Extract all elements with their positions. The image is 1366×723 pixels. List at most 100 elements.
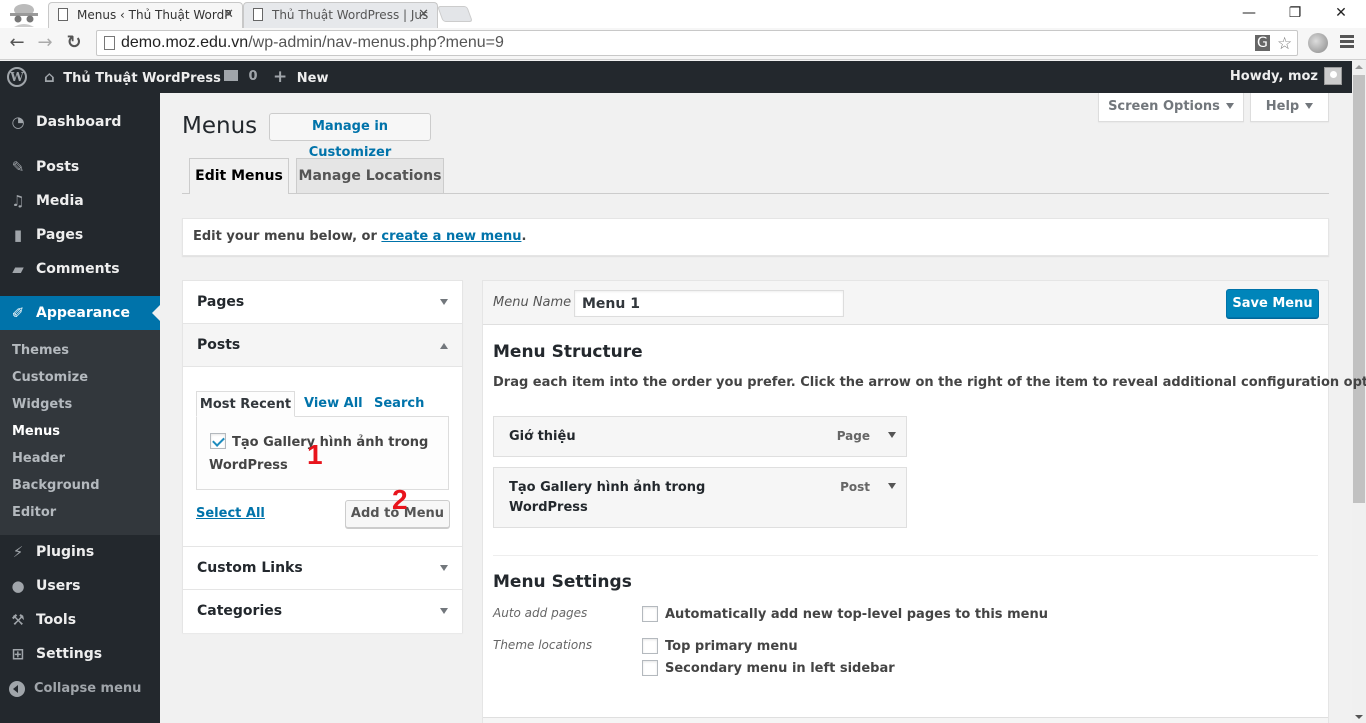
menu-item-title: Tạo Gallery hình ảnh trong WordPress [509,480,706,515]
media-icon: ♫ [11,192,25,210]
menu-item[interactable]: Tạo Gallery hình ảnh trong WordPress Pos… [493,467,907,528]
page-scrollbar[interactable] [1352,61,1366,723]
settings-icon: ⊞ [11,645,25,663]
section-categories[interactable]: Categories [183,590,462,633]
expand-arrow-icon [440,590,448,633]
nav-tabs-divider [182,193,1329,194]
expand-arrow-icon [440,281,448,324]
address-bar[interactable]: demo.moz.edu.vn/wp-admin/nav-menus.php?m… [96,30,1298,56]
tab-most-recent[interactable]: Most Recent [196,391,295,417]
tab-title: Thủ Thuật WordPress | Jus [272,8,429,22]
location-secondary-checkbox[interactable] [642,660,658,676]
theme-locations-label: Theme locations [493,638,593,652]
location-top-primary-label[interactable]: Top primary menu [665,639,798,654]
collapse-arrow-icon [9,681,25,697]
tab-title: Menus ‹ Thủ Thuật WordP [77,8,232,22]
screen-options-button[interactable]: Screen Options [1098,93,1244,122]
menu-item[interactable]: Giớ thiệu Page [493,416,907,457]
sidebar-item-users[interactable]: ● Users [0,569,160,603]
sidebar-item-media[interactable]: ♫ Media [0,184,160,218]
submenu-header[interactable]: Header [12,450,65,468]
comments-link[interactable]: 0 [224,61,258,93]
menu-structure-description: Drag each item into the order you prefer… [493,375,1366,390]
sidebar-item-appearance[interactable]: ✐ Appearance [0,296,160,330]
avatar[interactable] [1324,67,1342,85]
scroll-up-arrow[interactable] [1355,65,1363,69]
scroll-thumb[interactable] [1353,75,1365,503]
location-secondary-label[interactable]: Secondary menu in left sidebar [665,661,895,676]
posts-section-body: Most Recent View All Search Tạo Gallery … [183,368,462,547]
tab-search[interactable]: Search [374,391,424,417]
menu-item-title: Giớ thiệu [509,429,576,444]
forward-button[interactable]: → [34,32,56,54]
item-expand-arrow-icon[interactable] [888,479,896,494]
browser-toolbar: ← → ↻ demo.moz.edu.vn/wp-admin/nav-menus… [0,28,1366,60]
minimize-button[interactable]: — [1226,0,1272,26]
caret-down-icon [1305,103,1314,109]
sidebar-item-pages[interactable]: ▮ Pages [0,218,160,252]
submenu-editor[interactable]: Editor [12,504,56,522]
back-button[interactable]: ← [6,32,28,54]
menu-settings-title: Menu Settings [493,572,632,592]
browser-tab-menus[interactable]: Menus ‹ Thủ Thuật WordP ✕ [48,2,243,28]
manage-in-customizer-button[interactable]: Manage in Customizer [269,113,431,160]
tab-edit-menus[interactable]: Edit Menus [189,158,289,194]
sidebar-item-plugins[interactable]: ⚡ Plugins [0,535,160,569]
collapse-arrow-icon [440,324,448,367]
submenu-background[interactable]: Background [12,477,100,495]
translate-icon[interactable]: G [1255,35,1270,51]
browser-tab-site[interactable]: Thủ Thuật WordPress | Jus ✕ [243,2,438,28]
bookmark-star-icon[interactable]: ☆ [1277,34,1292,54]
submenu-customize[interactable]: Customize [12,369,88,387]
sidebar-item-tools[interactable]: ⚒ Tools [0,603,160,637]
post-item-label[interactable]: Tạo Gallery hình ảnh trong WordPress [209,431,439,477]
close-window-button[interactable]: ✕ [1318,0,1364,26]
sidebar-item-settings[interactable]: ⊞ Settings [0,637,160,671]
submenu-menus[interactable]: Menus [12,423,60,441]
item-expand-arrow-icon[interactable] [888,428,896,443]
reload-button[interactable]: ↻ [63,32,85,54]
wrench-icon: ⚒ [11,611,25,629]
section-pages[interactable]: Pages [183,281,462,324]
create-new-menu-link[interactable]: create a new menu [381,229,521,244]
sidebar-item-dashboard[interactable]: ◔ Dashboard [0,105,160,139]
close-tab-icon[interactable]: ✕ [418,3,429,27]
collapse-menu-button[interactable]: Collapse menu [0,674,160,704]
pin-icon: ✎ [11,158,25,176]
submenu-widgets[interactable]: Widgets [12,396,72,414]
select-all-link[interactable]: Select All [196,506,265,521]
scroll-down-arrow[interactable] [1355,715,1363,719]
auto-add-pages-label: Auto add pages [493,606,588,620]
new-tab-button[interactable] [437,6,473,22]
section-custom-links[interactable]: Custom Links [183,547,462,590]
admin-sidebar: ◔ Dashboard ✎ Posts ♫ Media ▮ Pages ▰ Co… [0,93,160,723]
tab-manage-locations[interactable]: Manage Locations [296,158,444,193]
appearance-submenu: Themes Customize Widgets Menus Header Ba… [0,330,160,535]
section-posts[interactable]: Posts [183,324,462,367]
restore-button[interactable]: ❐ [1272,0,1318,26]
menu-name-input[interactable] [574,290,844,317]
sidebar-item-posts[interactable]: ✎ Posts [0,150,160,184]
location-top-primary-checkbox[interactable] [642,638,658,654]
annotation-step-1: 1 [307,439,323,470]
auto-add-pages-checkbox[interactable] [642,606,658,622]
new-content-link[interactable]: + New [273,61,329,93]
account-menu[interactable]: Howdy, moz [1230,61,1318,93]
menu-header: Menu Name Save Menu [483,281,1328,325]
auto-add-pages-option[interactable]: Automatically add new top-level pages to… [665,607,1048,622]
annotation-step-2: 2 [392,484,408,515]
page-info-icon [104,36,115,50]
site-name-link[interactable]: ⌂ Thủ Thuật WordPress [44,61,221,93]
comment-icon [224,70,238,81]
browser-tabstrip: Menus ‹ Thủ Thuật WordP ✕ Thủ Thuật Word… [0,0,1366,28]
submenu-themes[interactable]: Themes [12,342,69,360]
add-menu-items-panel: Pages Posts Most Recent View All Search … [182,280,463,633]
close-tab-icon[interactable]: ✕ [223,3,234,27]
wordpress-logo-icon[interactable]: W [7,67,27,87]
browser-menu-icon[interactable] [1340,35,1354,49]
save-menu-button[interactable]: Save Menu [1226,289,1319,318]
extension-icon[interactable] [1308,33,1328,53]
tab-view-all[interactable]: View All [304,391,363,417]
sidebar-item-comments[interactable]: ▰ Comments [0,252,160,286]
help-button[interactable]: Help [1250,93,1329,122]
